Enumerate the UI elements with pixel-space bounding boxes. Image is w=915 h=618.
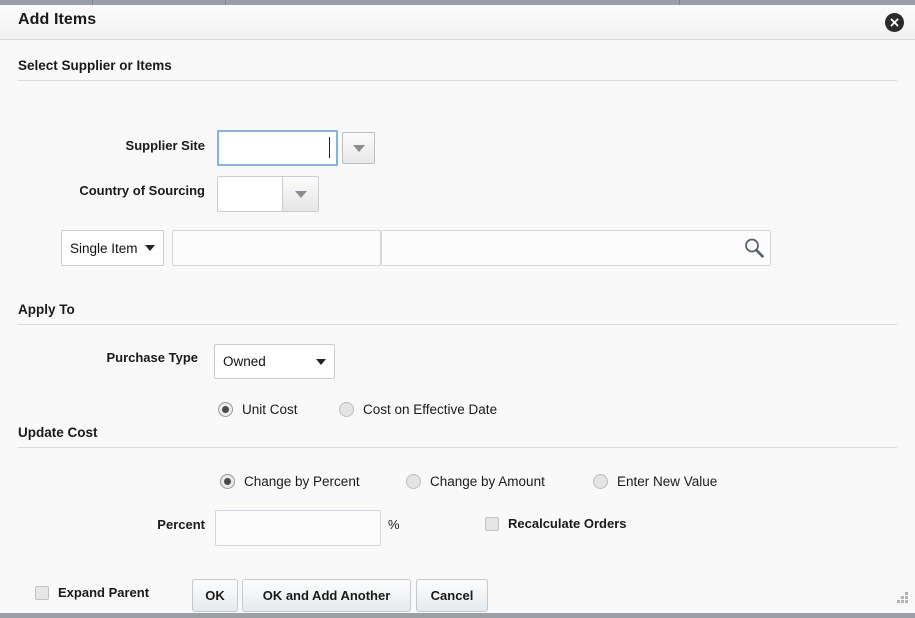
dialog-footer: Expand Parent OK OK and Add Another Canc… <box>0 575 915 613</box>
search-icon[interactable] <box>742 236 766 260</box>
section-header-select-supplier: Select Supplier or Items <box>18 58 897 81</box>
checkbox-expand-parent-label: Expand Parent <box>58 585 149 600</box>
caret-down-icon <box>145 245 155 251</box>
cancel-button[interactable]: Cancel <box>416 579 488 612</box>
checkbox-indicator <box>35 586 49 600</box>
radio-enter-new-value-label: Enter New Value <box>617 474 717 489</box>
percent-suffix: % <box>388 517 400 532</box>
radio-unit-cost[interactable]: Unit Cost <box>218 402 298 417</box>
radio-indicator <box>218 402 233 417</box>
country-of-sourcing-label: Country of Sourcing <box>0 183 205 198</box>
checkbox-recalculate-orders[interactable]: Recalculate Orders <box>485 516 627 531</box>
percent-label: Percent <box>0 517 205 532</box>
purchase-type-label: Purchase Type <box>0 350 198 365</box>
section-header-update-cost: Update Cost <box>18 425 897 448</box>
radio-indicator <box>406 474 421 489</box>
item-search-input[interactable] <box>381 230 771 266</box>
country-of-sourcing-input[interactable] <box>218 177 282 211</box>
radio-change-by-amount[interactable]: Change by Amount <box>406 474 545 489</box>
supplier-site-dropdown-button[interactable] <box>342 132 375 164</box>
ok-button[interactable]: OK <box>192 579 238 612</box>
resize-grip-icon[interactable] <box>895 591 909 605</box>
radio-change-by-percent[interactable]: Change by Percent <box>220 474 360 489</box>
dialog-title-bar: Add Items <box>0 5 915 40</box>
country-of-sourcing-dropdown-button[interactable] <box>282 177 318 211</box>
radio-indicator <box>339 402 354 417</box>
radio-indicator <box>220 474 235 489</box>
percent-input[interactable] <box>215 510 381 546</box>
chevron-down-icon <box>353 145 365 152</box>
purchase-type-selected-value: Owned <box>223 354 266 369</box>
ok-and-add-another-button[interactable]: OK and Add Another <box>242 579 411 612</box>
country-of-sourcing-combo <box>217 176 319 212</box>
page-title: Add Items <box>18 11 96 29</box>
ok-and-add-another-button-label: OK and Add Another <box>263 588 391 603</box>
radio-indicator <box>593 474 608 489</box>
checkbox-recalculate-orders-label: Recalculate Orders <box>508 516 627 531</box>
text-cursor <box>329 137 330 158</box>
caret-down-icon <box>316 359 326 365</box>
item-scope-selected-value: Single Item <box>70 241 138 256</box>
close-icon[interactable] <box>885 13 904 32</box>
radio-change-by-percent-label: Change by Percent <box>244 474 360 489</box>
cancel-button-label: Cancel <box>431 588 474 603</box>
item-field-input[interactable] <box>172 230 381 266</box>
window-bottom-edge <box>0 613 915 618</box>
supplier-site-input[interactable] <box>217 130 338 166</box>
checkbox-expand-parent[interactable]: Expand Parent <box>35 585 149 600</box>
add-items-dialog: Add Items Select Supplier or Items Suppl… <box>0 5 915 613</box>
radio-unit-cost-label: Unit Cost <box>242 402 298 417</box>
radio-enter-new-value[interactable]: Enter New Value <box>593 474 717 489</box>
radio-cost-on-effective-date-label: Cost on Effective Date <box>363 402 497 417</box>
checkbox-indicator <box>485 517 499 531</box>
dialog-body: Select Supplier or Items Supplier Site C… <box>0 40 915 576</box>
ok-button-label: OK <box>205 588 225 603</box>
radio-cost-on-effective-date[interactable]: Cost on Effective Date <box>339 402 497 417</box>
supplier-site-label: Supplier Site <box>0 138 205 153</box>
purchase-type-select[interactable]: Owned <box>214 344 335 379</box>
chevron-down-icon <box>295 191 307 198</box>
section-header-apply-to: Apply To <box>18 302 897 325</box>
item-scope-select[interactable]: Single Item <box>61 230 164 266</box>
radio-change-by-amount-label: Change by Amount <box>430 474 545 489</box>
